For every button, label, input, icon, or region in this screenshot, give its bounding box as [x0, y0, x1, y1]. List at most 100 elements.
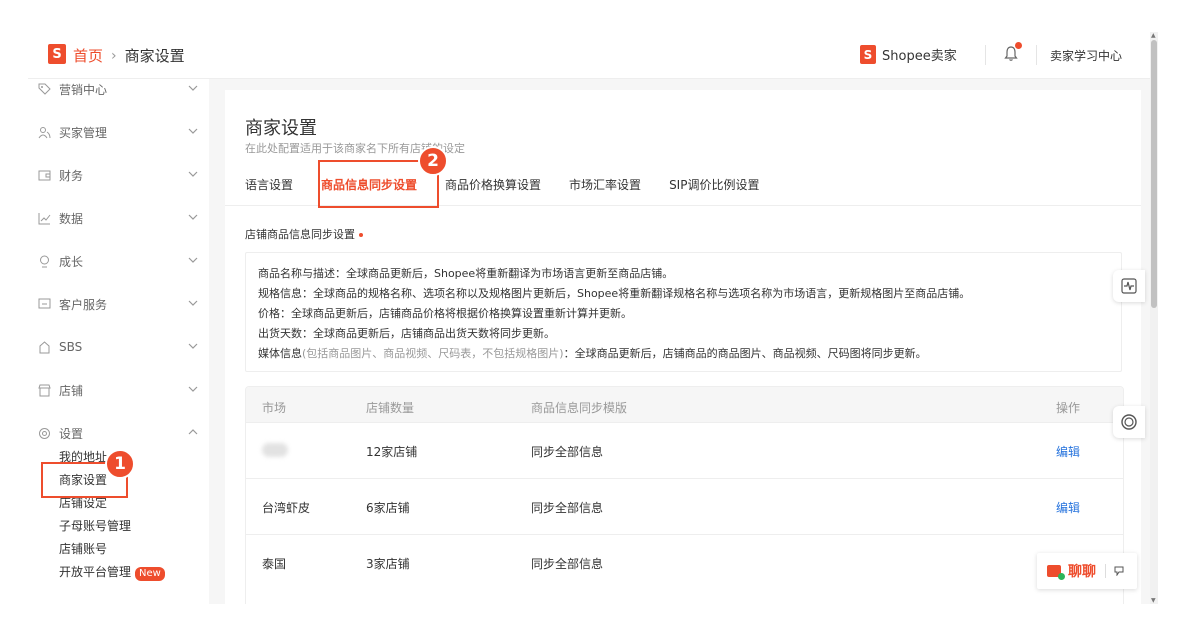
shopee-bag-icon: S — [860, 45, 876, 64]
sbs-icon — [39, 340, 50, 353]
edit-link[interactable]: 编辑 — [1056, 499, 1080, 516]
sidebar-item-label: 数据 — [59, 211, 84, 226]
sidebar-item-growth[interactable]: 成长 — [38, 251, 203, 271]
breadcrumb-home[interactable]: 首页 — [73, 45, 103, 66]
template-cell: 同步全部信息 — [531, 557, 604, 571]
sidebar-item-label: 设置 — [59, 426, 84, 441]
sidebar-item-label: 营销中心 — [59, 82, 108, 97]
chevron-down-icon — [188, 85, 198, 91]
activity-button[interactable] — [1113, 270, 1145, 302]
table-row: 泰国 3家店铺 同步全部信息 — [246, 534, 1123, 590]
top-bar: S 首页 › 商家设置 S Shopee卖家 卖家学习中心 — [28, 32, 1150, 79]
chart-icon — [38, 212, 51, 224]
divider — [985, 45, 986, 65]
wallet-icon — [38, 170, 51, 180]
pulse-icon — [1121, 278, 1137, 294]
sidebar-item-label: 成长 — [59, 254, 84, 269]
users-icon — [38, 126, 51, 138]
chat-icon — [1047, 565, 1065, 580]
chat-widget[interactable]: 聊聊 — [1037, 553, 1137, 589]
app-window: S 首页 › 商家设置 S Shopee卖家 卖家学习中心 ▲ ▼ 营销中心 买… — [28, 32, 1158, 604]
sidebar-item-buyers[interactable]: 买家管理 — [38, 122, 203, 142]
tag-icon — [38, 83, 51, 95]
chevron-up-icon — [188, 429, 198, 435]
column-header: 市场 — [262, 401, 287, 415]
column-header: 操作 — [1056, 401, 1081, 415]
brand-link[interactable]: S Shopee卖家 — [860, 45, 957, 64]
gear-icon — [39, 427, 50, 439]
shopee-logo-icon[interactable]: S — [48, 44, 66, 64]
page-title: 商家设置 — [245, 118, 317, 139]
growth-icon — [40, 255, 49, 267]
sync-info-box: 商品名称与描述：全球商品更新后，Shopee将重新翻译为市场语言更新至商品店铺。… — [245, 252, 1122, 372]
chevron-down-icon — [188, 128, 198, 134]
chevron-down-icon — [188, 343, 198, 349]
section-title: 店铺商品信息同步设置 — [245, 226, 363, 242]
support-button[interactable] — [1113, 406, 1145, 438]
scroll-up-icon[interactable]: ▲ — [1151, 32, 1156, 39]
chevron-down-icon — [188, 386, 198, 392]
chat-label: 聊聊 — [1068, 564, 1096, 580]
tab-exchange-rate[interactable]: 市场汇率设置 — [569, 172, 641, 200]
tab-sip-ratio[interactable]: SIP调价比例设置 — [669, 172, 759, 200]
template-cell: 同步全部信息 — [531, 501, 604, 515]
sidebar-item-label: SBS — [59, 340, 83, 354]
info-line: 价格：全球商品更新后，店铺商品价格将根据价格换算设置重新计算并更新。 — [258, 307, 632, 320]
sidebar-item-finance[interactable]: 财务 — [38, 165, 203, 185]
sidebar-item-label: 客户服务 — [59, 297, 108, 312]
market-cell: 泰国 — [262, 557, 287, 571]
divider — [1036, 45, 1037, 65]
sidebar-subitem-shop-accounts[interactable]: 店铺账号 — [59, 540, 107, 557]
info-line: 媒体信息(包括商品图片、商品视频、尺码表，不包括规格图片)：全球商品更新后，店铺… — [258, 345, 927, 361]
chevron-down-icon — [188, 171, 198, 177]
sidebar: 营销中心 买家管理 财务 数据 成长 客户服务 SBS 店铺 设置 我的地址 商… — [28, 79, 209, 604]
vertical-scrollbar[interactable]: ▲ ▼ — [1150, 32, 1158, 604]
info-note: (包括商品图片、商品视频、尺码表，不包括规格图片) — [302, 347, 564, 360]
chevron-down-icon — [188, 257, 198, 263]
breadcrumb-current: 商家设置 — [124, 47, 185, 65]
divider — [1105, 564, 1106, 578]
scrollbar-thumb[interactable] — [1151, 40, 1157, 308]
sidebar-item-shop[interactable]: 店铺 — [38, 380, 203, 400]
bell-icon[interactable] — [1004, 42, 1022, 62]
tab-language[interactable]: 语言设置 — [245, 172, 293, 200]
sidebar-item-label: 买家管理 — [59, 125, 108, 140]
table-row: 12家店铺 同步全部信息 编辑 — [246, 422, 1123, 478]
template-cell: 同步全部信息 — [531, 445, 604, 459]
sidebar-item-marketing[interactable]: 营销中心 — [38, 79, 203, 99]
table-row: 台湾虾皮 6家店铺 同步全部信息 编辑 — [246, 478, 1123, 534]
step-badge-2: 2 — [418, 146, 448, 176]
notification-dot — [1015, 42, 1022, 49]
sync-table: 市场 店铺数量 商品信息同步模版 操作 12家店铺 同步全部信息 编辑 台湾虾皮… — [245, 386, 1124, 604]
info-line: 出货天数：全球商品更新后，店铺商品出货天数将同步更新。 — [258, 327, 555, 340]
chevron-down-icon — [188, 214, 198, 220]
edit-link[interactable]: 编辑 — [1056, 443, 1080, 460]
breadcrumb: 首页 › 商家设置 — [73, 45, 185, 66]
learning-center-link[interactable]: 卖家学习中心 — [1050, 47, 1122, 64]
shop-icon — [38, 384, 51, 396]
sidebar-item-customer-service[interactable]: 客户服务 — [38, 294, 203, 314]
sidebar-item-data[interactable]: 数据 — [38, 208, 203, 228]
info-line: 规格信息：全球商品的规格名称、选项名称以及规格图片更新后，Shopee将重新翻译… — [258, 287, 971, 300]
info-label: 媒体信息 — [258, 347, 302, 360]
tab-price-conversion[interactable]: 商品价格换算设置 — [445, 172, 541, 200]
sidebar-item-settings[interactable]: 设置 — [38, 423, 203, 443]
sidebar-subitem-sub-accounts[interactable]: 子母账号管理 — [59, 517, 131, 534]
sidebar-subitem-open-platform[interactable]: 开放平台管理 New — [59, 563, 165, 581]
shop-count-cell: 3家店铺 — [366, 557, 410, 571]
section-title-label: 店铺商品信息同步设置 — [245, 228, 355, 241]
sidebar-item-sbs[interactable]: SBS — [38, 337, 203, 357]
chat-plus-icon — [1058, 573, 1065, 580]
minimize-icon[interactable] — [1114, 566, 1124, 576]
column-header: 商品信息同步模版 — [531, 401, 628, 415]
info-text: ：全球商品更新后，店铺商品的商品图片、商品视频、尺码图将同步更新。 — [563, 347, 927, 360]
sidebar-item-label: 财务 — [59, 168, 84, 183]
sidebar-subitem-label: 开放平台管理 — [59, 565, 132, 579]
blurred-market — [262, 443, 288, 457]
new-badge: New — [135, 567, 165, 581]
info-line: 商品名称与描述：全球商品更新后，Shopee将重新翻译为市场语言更新至商品店铺。 — [258, 267, 674, 280]
headset-icon — [1121, 414, 1137, 430]
column-header: 店铺数量 — [366, 401, 415, 415]
chat-icon — [38, 298, 51, 308]
scroll-down-icon[interactable]: ▼ — [1151, 597, 1156, 604]
